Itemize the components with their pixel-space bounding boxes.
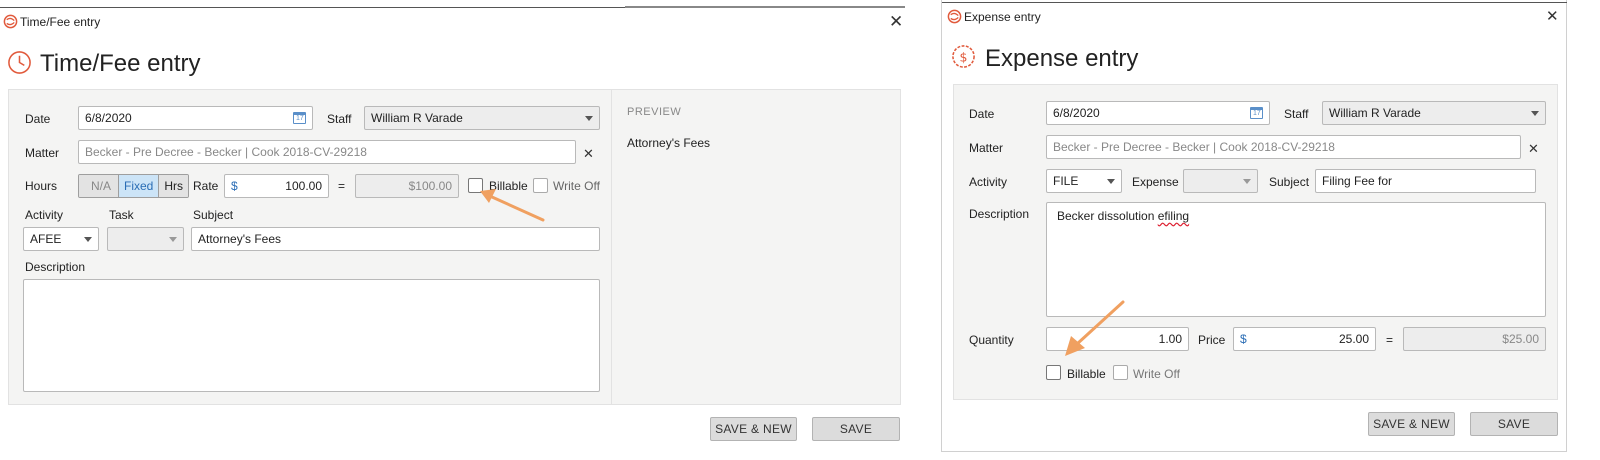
app-logo-icon — [3, 14, 18, 29]
description-label: Description — [25, 260, 86, 274]
task-select[interactable] — [107, 227, 184, 251]
preview-text: Attorney's Fees — [627, 136, 710, 150]
date-label: Date — [25, 112, 51, 126]
expense-window: Expense entry ✕ $ Expense entry Date 6/8… — [941, 0, 1567, 452]
currency-symbol: $ — [231, 179, 238, 193]
page-title: Time/Fee entry — [40, 50, 201, 77]
activity-label: Activity — [969, 175, 1008, 189]
staff-label: Staff — [327, 112, 352, 126]
chevron-down-icon — [1243, 178, 1251, 184]
panel-divider — [611, 90, 612, 404]
hours-mode-toggle[interactable]: N/A Fixed Hrs — [78, 174, 190, 198]
description-text: Becker dissolution — [1057, 209, 1155, 223]
staff-select[interactable]: William R Varade — [1322, 101, 1546, 125]
hours-mode-hrs[interactable]: Hrs — [159, 175, 189, 197]
save-new-button[interactable]: SAVE & NEW — [710, 417, 797, 441]
subject-field[interactable]: Attorney's Fees — [191, 227, 600, 251]
clock-icon — [8, 51, 31, 74]
expense-label: Expense — [1132, 175, 1179, 189]
close-icon[interactable]: ✕ — [889, 13, 903, 30]
task-label: Task — [109, 208, 134, 222]
activity-select[interactable]: AFEE — [23, 227, 99, 251]
date-label: Date — [969, 107, 995, 121]
quantity-label: Quantity — [969, 333, 1014, 347]
subject-field[interactable]: Filing Fee for — [1315, 169, 1536, 193]
price-field[interactable]: $ 25.00 — [1233, 327, 1376, 351]
write-off-checkbox[interactable] — [1113, 365, 1128, 380]
close-icon[interactable]: ✕ — [1546, 9, 1559, 24]
time-fee-window: Time/Fee entry ✕ Time/Fee entry Date 6/8… — [0, 0, 915, 460]
date-field[interactable]: 6/8/2020 17 — [1046, 101, 1270, 125]
write-off-label: Write Off — [553, 179, 600, 193]
description-misspelled-word: efiling — [1157, 209, 1190, 223]
calendar-icon[interactable]: 17 — [1250, 107, 1263, 119]
matter-field[interactable]: Becker - Pre Decree - Becker | Cook 2018… — [1046, 135, 1521, 159]
clear-matter-icon[interactable]: ✕ — [1528, 142, 1539, 155]
annotation-arrow — [1065, 300, 1125, 356]
save-new-button[interactable]: SAVE & NEW — [1368, 412, 1455, 436]
equals-sign: = — [1386, 333, 1394, 347]
hours-mode-na[interactable]: N/A — [79, 175, 120, 197]
billable-label: Billable — [1067, 367, 1106, 381]
expense-select[interactable] — [1183, 169, 1258, 193]
staff-label: Staff — [1284, 107, 1309, 121]
equals-sign: = — [338, 179, 346, 193]
annotation-arrow — [480, 189, 545, 222]
billable-checkbox[interactable] — [1046, 365, 1061, 380]
app-logo-icon — [947, 9, 962, 24]
write-off-label: Write Off — [1133, 367, 1180, 381]
activity-label: Activity — [25, 208, 64, 222]
window-top-border — [942, 2, 1567, 3]
save-button[interactable]: SAVE — [1470, 412, 1558, 436]
total-field: $25.00 — [1403, 327, 1546, 351]
rate-field[interactable]: $ 100.00 — [224, 174, 329, 198]
window-title: Expense entry — [964, 10, 1041, 24]
rate-label: Rate — [193, 179, 219, 193]
subject-label: Subject — [1269, 175, 1310, 189]
activity-select[interactable]: FILE — [1046, 169, 1122, 193]
clear-matter-icon[interactable]: ✕ — [583, 147, 594, 160]
total-field: $100.00 — [355, 174, 459, 198]
window-title: Time/Fee entry — [20, 15, 101, 29]
chevron-down-icon — [1531, 110, 1539, 116]
staff-select[interactable]: William R Varade — [364, 106, 600, 130]
price-label: Price — [1198, 333, 1226, 347]
chevron-down-icon — [585, 115, 593, 121]
window-top-border-highlight — [625, 6, 905, 8]
description-textarea[interactable] — [23, 279, 600, 392]
subject-label: Subject — [193, 208, 234, 222]
matter-label: Matter — [969, 141, 1004, 155]
chevron-down-icon — [169, 236, 177, 242]
save-button[interactable]: SAVE — [812, 417, 900, 441]
hours-label: Hours — [25, 179, 58, 193]
dollar-circle-icon: $ — [952, 45, 975, 68]
matter-field[interactable]: Becker - Pre Decree - Becker | Cook 2018… — [78, 140, 576, 164]
page-title: Expense entry — [985, 45, 1139, 72]
description-label: Description — [969, 207, 1030, 221]
matter-label: Matter — [25, 146, 60, 160]
chevron-down-icon — [1107, 178, 1115, 184]
currency-symbol: $ — [1240, 332, 1247, 346]
hours-mode-fixed[interactable]: Fixed — [119, 175, 160, 197]
preview-label: PREVIEW — [627, 106, 682, 118]
svg-text:$: $ — [960, 49, 968, 64]
date-field[interactable]: 6/8/2020 17 — [78, 106, 313, 130]
calendar-icon[interactable]: 17 — [293, 112, 306, 124]
chevron-down-icon — [84, 236, 92, 242]
